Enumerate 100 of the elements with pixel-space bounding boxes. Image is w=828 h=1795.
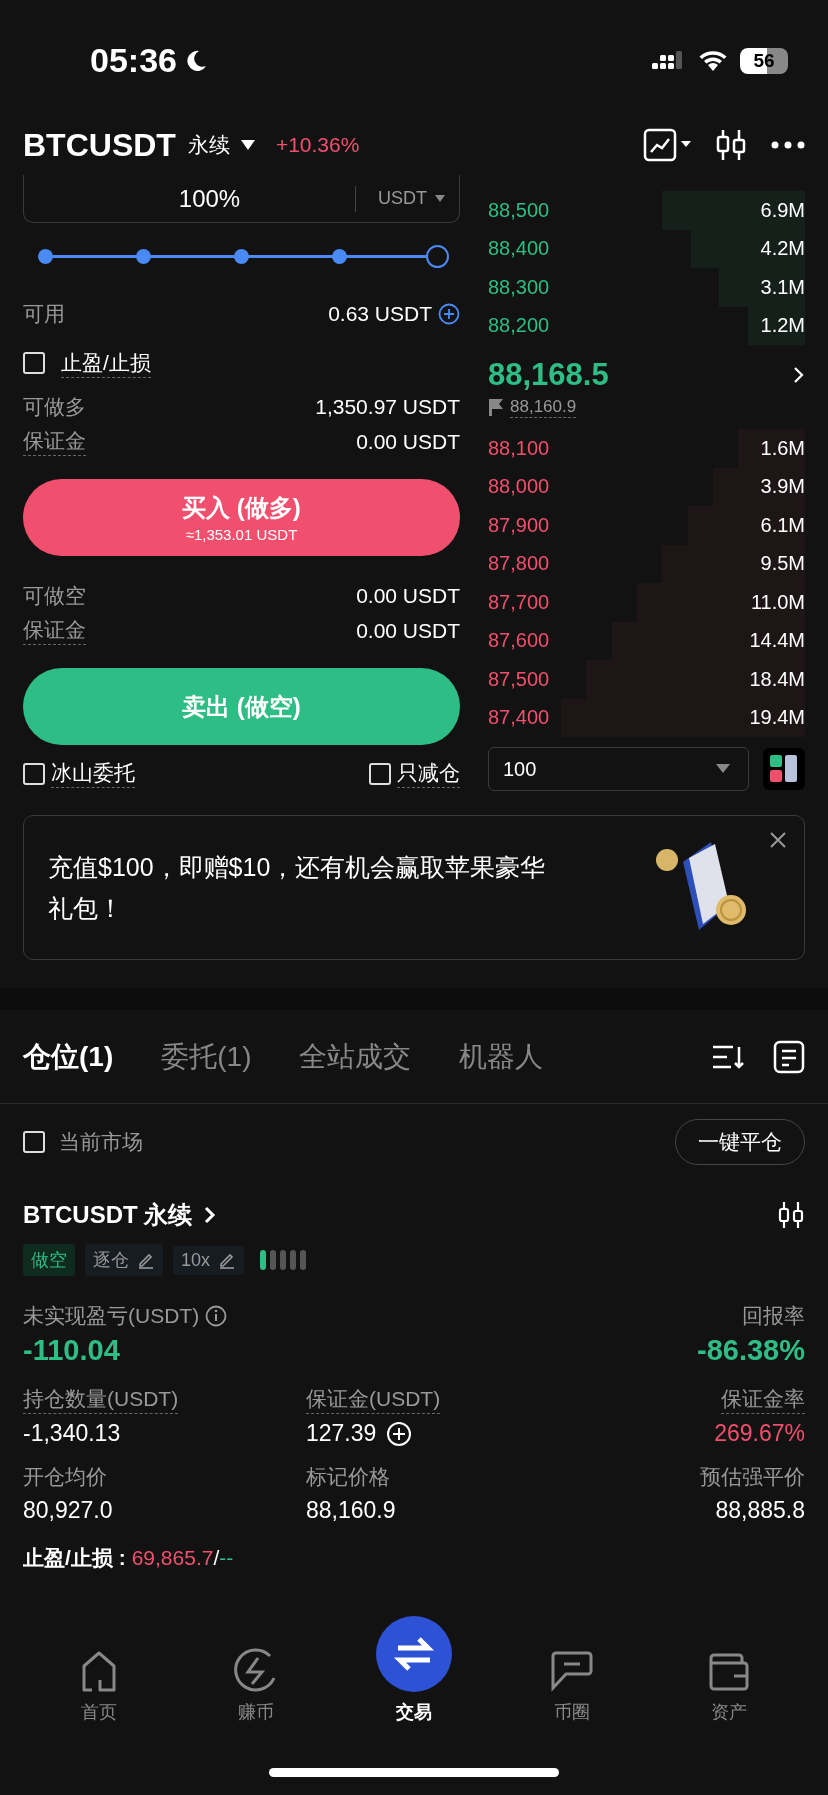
nav-item[interactable]: 资产 <box>669 1648 790 1724</box>
available-value: 0.63 USDT <box>328 302 432 326</box>
stat-label: 保证金(USDT) <box>306 1385 441 1414</box>
tab[interactable]: 仓位(1) <box>23 1037 114 1076</box>
chat-icon <box>549 1650 594 1692</box>
tp-sl-value: -- <box>219 1546 234 1570</box>
ask-price[interactable]: 88,300 <box>488 275 550 299</box>
bid-size: 11.0M <box>750 590 805 614</box>
slider-stop[interactable] <box>332 249 348 264</box>
current-market-label[interactable]: 当前市场 <box>59 1128 143 1156</box>
bid-price[interactable]: 87,700 <box>488 590 550 614</box>
chevron-right-icon[interactable] <box>204 1206 217 1224</box>
contract-type[interactable]: 永续 <box>187 131 230 159</box>
slider-thumb[interactable] <box>426 245 449 268</box>
pnl-label: 未实现盈亏(USDT) <box>23 1303 200 1329</box>
stat-value: 80,927.0 <box>23 1497 113 1524</box>
chart-icon[interactable] <box>643 128 691 162</box>
nav-item[interactable]: 首页 <box>38 1648 159 1724</box>
stat-value: 127.39 <box>306 1420 377 1447</box>
stat-value: 88,160.9 <box>306 1497 396 1524</box>
nav-item[interactable]: 币圈 <box>511 1648 632 1724</box>
bid-price[interactable]: 87,600 <box>488 629 550 653</box>
bid-size: 9.5M <box>760 552 805 576</box>
moon-icon <box>184 48 207 73</box>
ask-price[interactable]: 88,400 <box>488 237 550 261</box>
checkbox[interactable] <box>23 762 45 785</box>
bid-price[interactable]: 87,500 <box>488 667 550 691</box>
chevron-right-icon[interactable] <box>793 365 805 384</box>
info-value: 0.00 USDT <box>356 583 460 608</box>
checkbox[interactable] <box>23 1131 45 1153</box>
bid-price[interactable]: 87,900 <box>488 513 550 537</box>
wifi-icon <box>698 49 728 72</box>
slider-stop[interactable] <box>37 249 53 264</box>
option-label[interactable]: 只减仓 <box>397 759 460 788</box>
slider-stop[interactable] <box>234 249 249 264</box>
candlestick-icon[interactable] <box>777 1201 805 1229</box>
info-value: 0.00 USDT <box>356 618 460 643</box>
bid-price[interactable]: 88,000 <box>488 475 550 499</box>
bid-size: 1.6M <box>760 436 805 460</box>
stat-label: 开仓均价 <box>23 1464 107 1490</box>
wallet-icon <box>708 1652 751 1692</box>
slider-stop[interactable] <box>135 249 151 264</box>
tab[interactable]: 机器人 <box>459 1037 544 1076</box>
checkbox[interactable] <box>23 352 45 374</box>
risk-meter <box>260 1250 307 1270</box>
tab[interactable]: 全站成交 <box>299 1037 412 1076</box>
stat-label: 持仓数量(USDT) <box>23 1385 179 1414</box>
stat-label: 预估强平价 <box>700 1464 805 1490</box>
info-label: 可做空 <box>23 582 86 609</box>
depth-dropdown[interactable]: 100 <box>488 747 749 791</box>
nav-item[interactable]: 赚币 <box>196 1648 317 1724</box>
tab[interactable]: 委托(1) <box>161 1037 252 1076</box>
price-change: +10.36% <box>275 133 360 157</box>
bid-price[interactable]: 87,800 <box>488 552 550 576</box>
tp-sl-value: 69,865.7 <box>131 1546 214 1570</box>
promo-banner[interactable]: 充值$100，即赠$10，还有机会赢取苹果豪华礼包！ <box>23 815 805 960</box>
bid-price[interactable]: 87,400 <box>488 706 550 730</box>
bid-size: 14.4M <box>749 629 805 653</box>
ask-size: 4.2M <box>760 237 805 261</box>
checkbox[interactable] <box>369 762 391 785</box>
option-label[interactable]: 冰山委托 <box>51 759 135 788</box>
last-price[interactable]: 88,168.5 <box>488 356 609 393</box>
tp-sl-label[interactable]: 止盈/止损 <box>61 348 151 378</box>
bid-price[interactable]: 88,100 <box>488 436 550 460</box>
close-icon[interactable] <box>770 832 786 848</box>
amount-field[interactable]: 100% USDT <box>23 175 460 223</box>
battery-icon: 56 <box>740 47 788 74</box>
ask-price[interactable]: 88,200 <box>488 314 550 338</box>
symbol-title[interactable]: BTCUSDT <box>23 126 176 164</box>
status-time: 05:36 <box>90 41 177 80</box>
ask-price[interactable]: 88,500 <box>488 198 550 222</box>
ask-size: 1.2M <box>760 314 805 338</box>
bid-size: 19.4M <box>749 706 805 730</box>
bid-size: 18.4M <box>749 667 805 691</box>
swap-icon <box>376 1616 452 1692</box>
mark-price: 88,160.9 <box>510 396 577 418</box>
ask-size: 6.9M <box>760 198 805 222</box>
more-icon[interactable] <box>771 141 805 149</box>
document-icon[interactable] <box>773 1039 805 1074</box>
candlestick-icon[interactable] <box>715 128 747 162</box>
info-label: 保证金 <box>23 427 86 456</box>
pencil-icon[interactable] <box>137 1251 155 1269</box>
ask-size: 3.1M <box>760 275 805 299</box>
bid-size: 6.1M <box>760 513 805 537</box>
info-label: 保证金 <box>23 616 86 645</box>
stat-label: 标记价格 <box>306 1464 390 1490</box>
tp-sl-value: / <box>213 1546 220 1570</box>
stat-value: 269.67% <box>714 1420 805 1447</box>
nav-item[interactable]: 交易 <box>354 1616 474 1724</box>
flag-icon <box>488 398 504 416</box>
buy-button[interactable]: 买入 (做多) ≈1,353.01 USDT <box>23 479 460 556</box>
layout-icon[interactable] <box>763 748 805 790</box>
tp-sl-label: 止盈/止损 : <box>23 1545 126 1571</box>
roe-value: -86.38% <box>697 1334 805 1367</box>
pencil-icon[interactable] <box>218 1251 237 1269</box>
bid-size: 3.9M <box>760 475 805 499</box>
info-label: 可做多 <box>23 393 86 420</box>
position-symbol[interactable]: BTCUSDT 永续 <box>23 1199 193 1231</box>
info-icon[interactable] <box>205 1305 228 1327</box>
caret-icon[interactable] <box>239 139 256 151</box>
